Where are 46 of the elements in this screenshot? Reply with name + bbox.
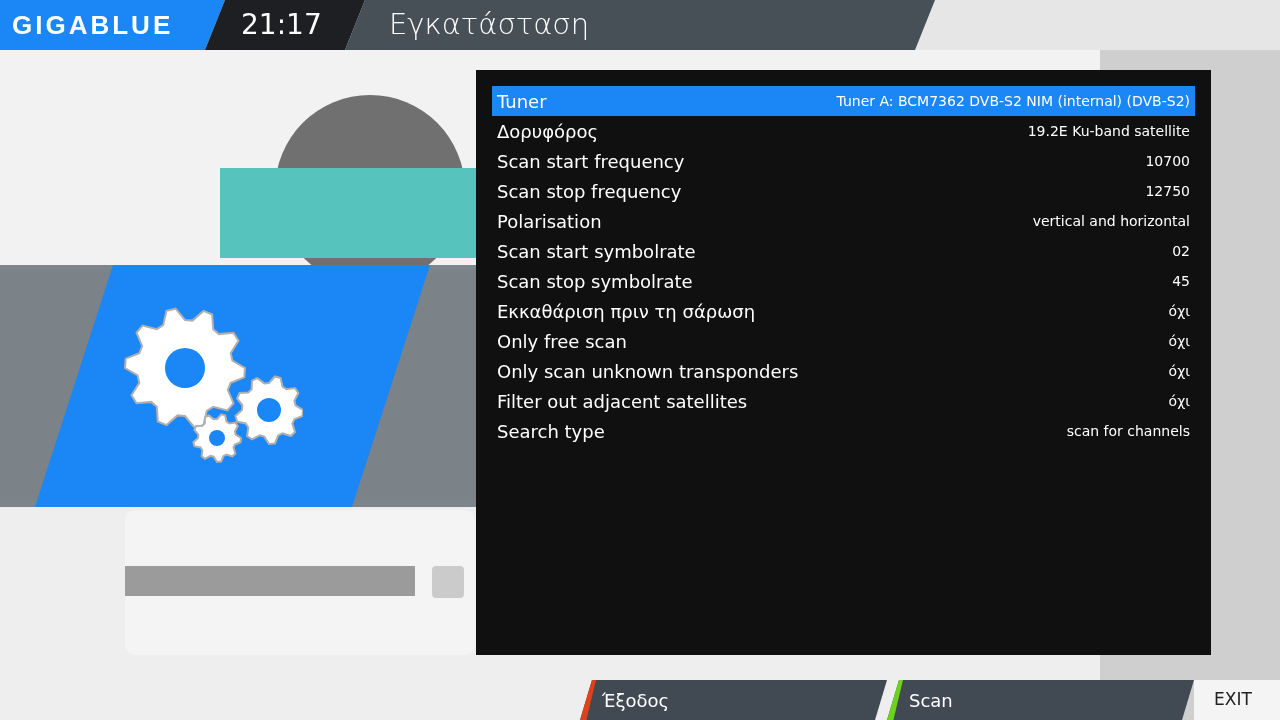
menu-item[interactable]: Filter out adjacent satellites όχι xyxy=(492,386,1195,416)
setting-label: Filter out adjacent satellites xyxy=(497,389,748,414)
setting-label: Tuner xyxy=(497,89,547,114)
menu-item[interactable]: Only free scan όχι xyxy=(492,326,1195,356)
setting-value: όχι xyxy=(1168,361,1190,381)
menu-item[interactable]: Only scan unknown transponders όχι xyxy=(492,356,1195,386)
exit-key[interactable]: EXIT xyxy=(1194,680,1280,720)
setting-label: Polarisation xyxy=(497,209,602,234)
setting-label: Εκκαθάριση πριν τη σάρωση xyxy=(497,299,756,324)
setting-label: Scan start symbolrate xyxy=(497,239,696,264)
setting-value: όχι xyxy=(1168,301,1190,321)
setting-label: Only free scan xyxy=(497,329,627,354)
brand-logo: GIGABLUE xyxy=(12,8,174,42)
clock: 21:17 xyxy=(241,7,322,43)
setting-label: Search type xyxy=(497,419,605,444)
menu-item[interactable]: Search type scan for channels xyxy=(492,416,1195,446)
setting-value: vertical and horizontal xyxy=(1032,211,1190,231)
setting-value: 19.2E Ku-band satellite xyxy=(1027,121,1190,141)
menu-item[interactable]: Scan stop symbolrate 45 xyxy=(492,266,1195,296)
menu-item[interactable]: Scan stop frequency 12750 xyxy=(492,176,1195,206)
menu-item[interactable]: Scan start symbolrate 02 xyxy=(492,236,1195,266)
setting-value: Tuner A: BCM7362 DVB-S2 NIM (internal) (DVB-S2) xyxy=(836,91,1190,111)
setting-value: όχι xyxy=(1168,391,1190,411)
menu-item[interactable]: Δορυφόρος 19.2E Ku-band satellite xyxy=(492,116,1195,146)
setting-value: 10700 xyxy=(1145,151,1190,171)
screen-title: Εγκατάσταση xyxy=(389,6,590,44)
exit-label: EXIT xyxy=(1214,688,1252,712)
menu-item[interactable]: Polarisation vertical and horizontal xyxy=(492,206,1195,236)
menu-item[interactable]: Tuner Tuner A: BCM7362 DVB-S2 NIM (internal) (DVB-S2) xyxy=(492,86,1195,116)
setting-label: Scan start frequency xyxy=(497,149,685,174)
setting-value: 02 xyxy=(1172,241,1190,261)
setting-label: Δορυφόρος xyxy=(497,119,599,144)
key-label: Scan xyxy=(909,688,953,713)
setting-value: 12750 xyxy=(1145,181,1190,201)
setting-value: όχι xyxy=(1168,331,1190,351)
setting-value: scan for channels xyxy=(1066,421,1190,441)
setting-label: Only scan unknown transponders xyxy=(497,359,799,384)
menu-item[interactable]: Εκκαθάριση πριν τη σάρωση όχι xyxy=(492,296,1195,326)
menu-item[interactable]: Scan start frequency 10700 xyxy=(492,146,1195,176)
gears-icon xyxy=(122,306,303,466)
setting-label: Scan stop symbolrate xyxy=(497,269,693,294)
color-key-button[interactable]: Scan xyxy=(887,680,1194,720)
color-key-button[interactable]: Έξοδος xyxy=(580,680,887,720)
setting-value: 45 xyxy=(1172,271,1190,291)
setting-label: Scan stop frequency xyxy=(497,179,682,204)
key-label: Έξοδος xyxy=(602,688,670,713)
